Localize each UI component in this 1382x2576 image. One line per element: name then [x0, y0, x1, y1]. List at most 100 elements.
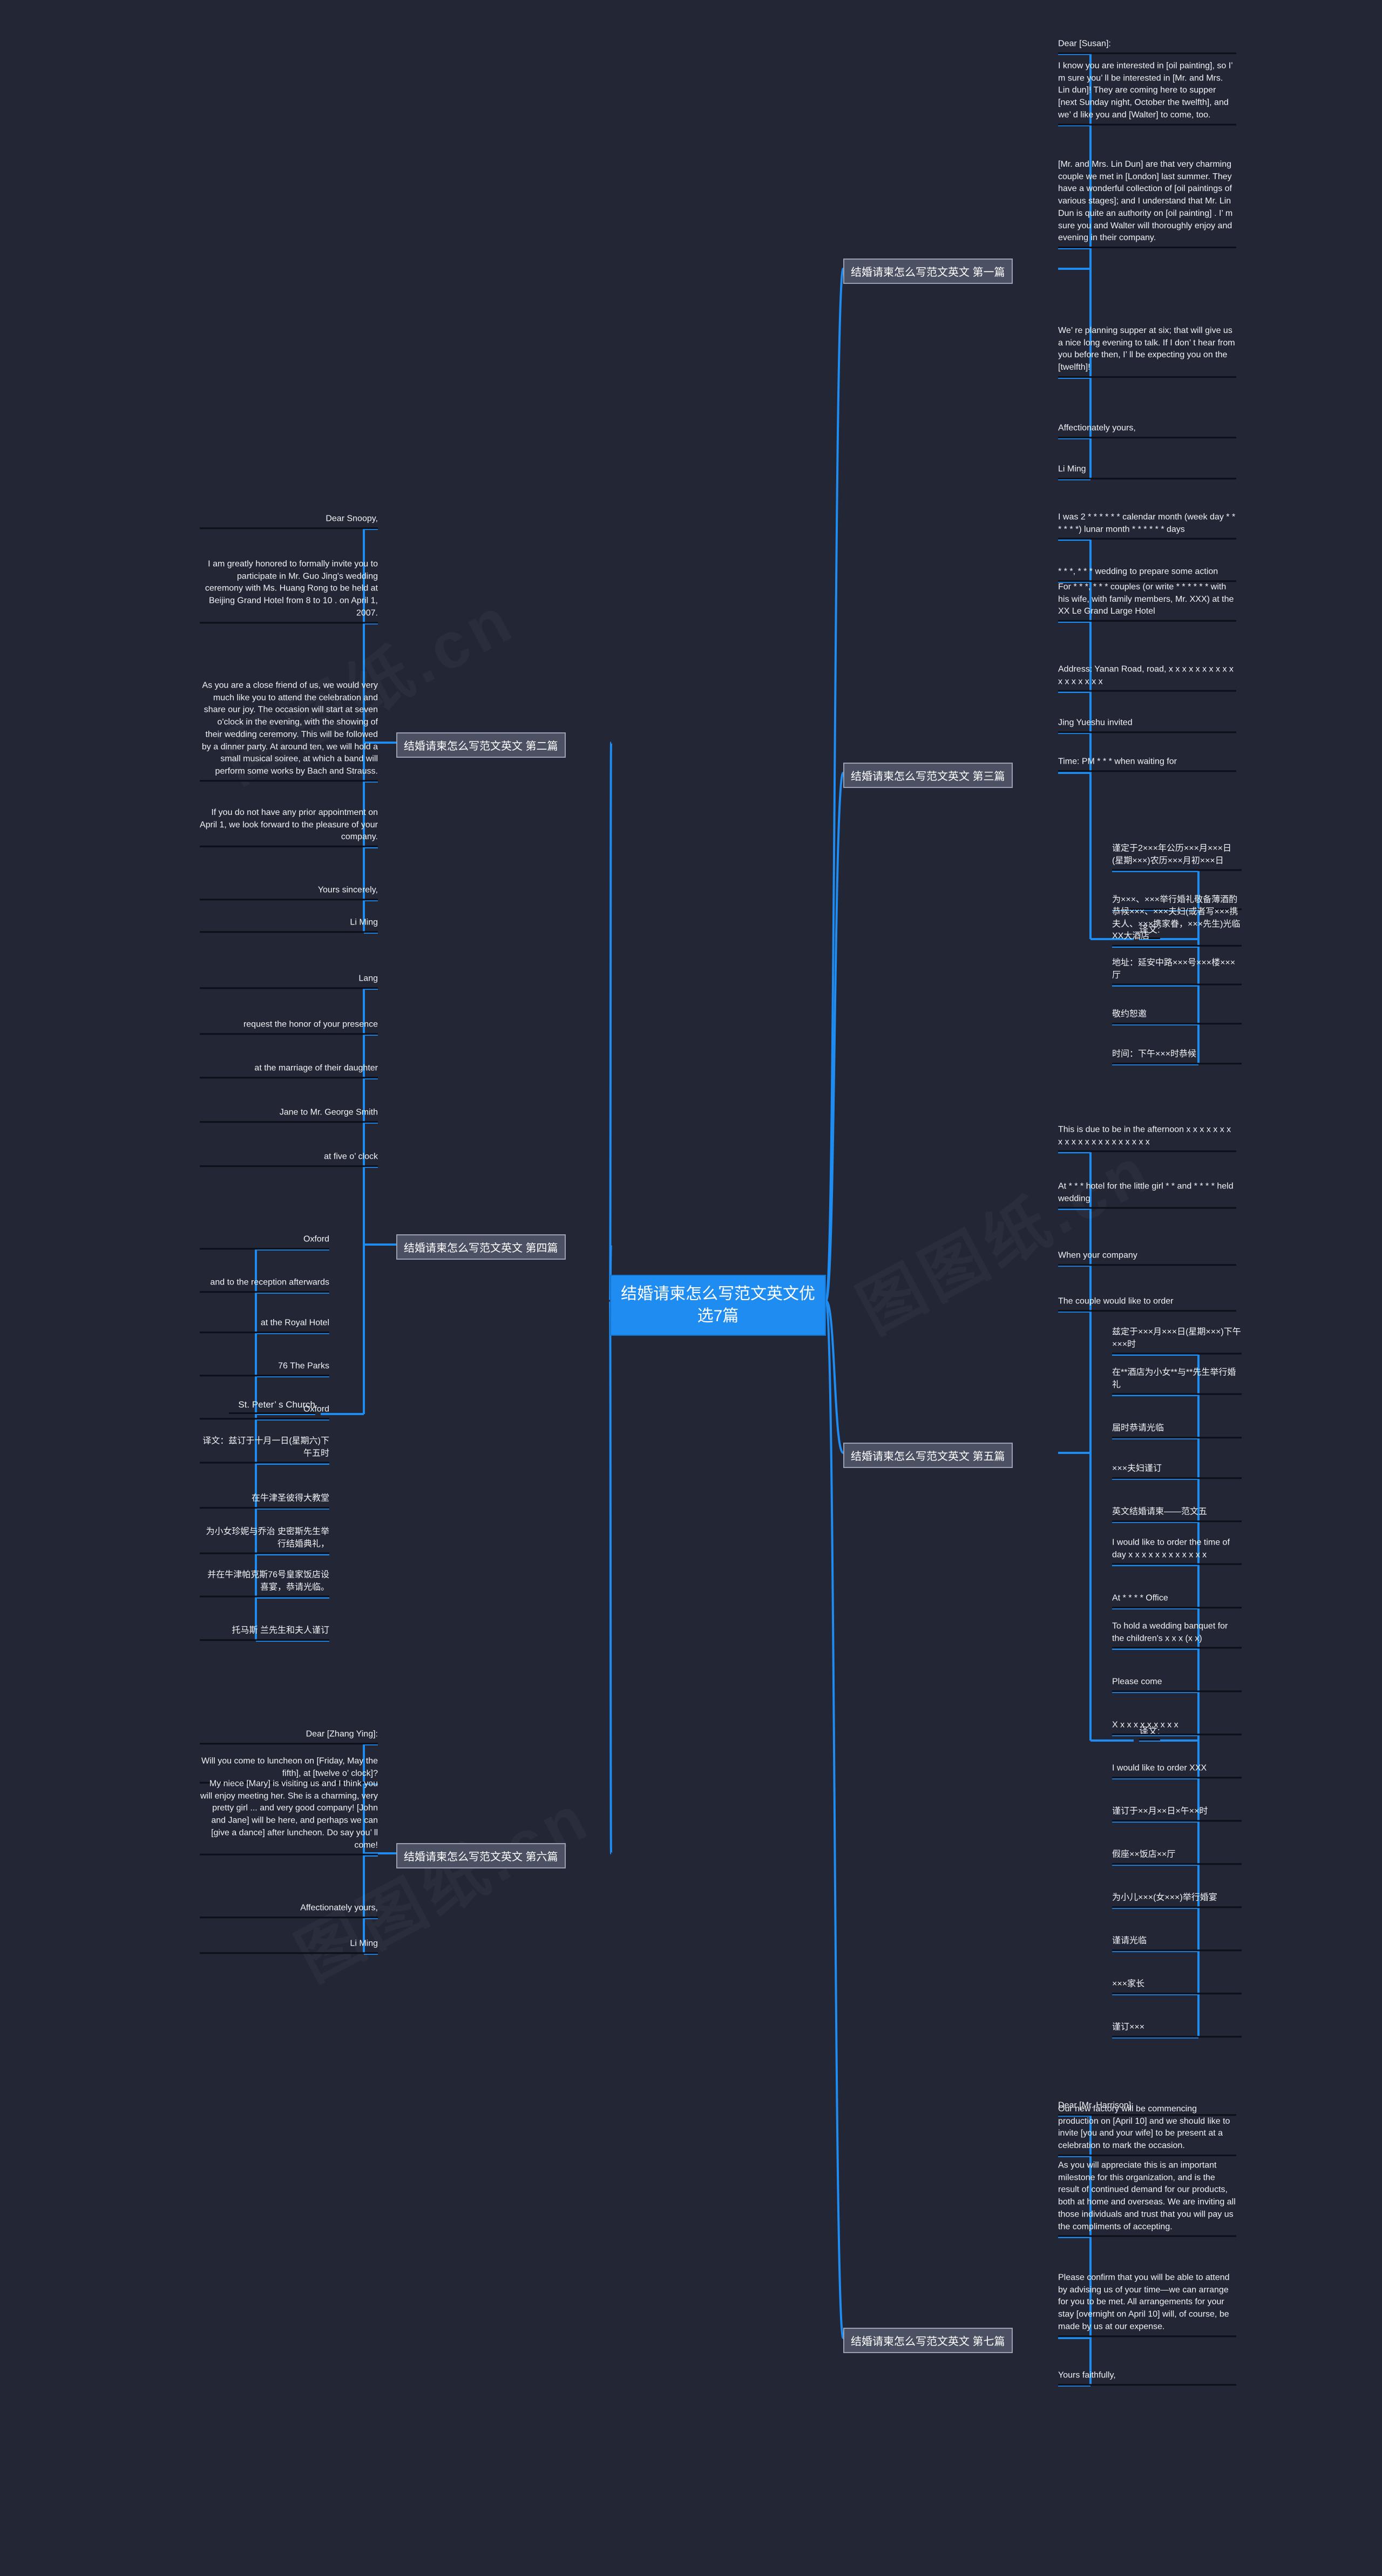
sub-leaf-node[interactable]: 英文结婚请柬——范文五 [1112, 1506, 1242, 1522]
sub-leaf-node[interactable]: Oxford [200, 1403, 329, 1419]
leaf-text: For * * *, * * * couples (or write * * *… [1058, 582, 1234, 616]
branch-label: 结婚请柬怎么写范文英文 第三篇 [851, 771, 1005, 783]
leaf-text: 地址：延安中路×××号×××楼×××厅 [1112, 958, 1236, 980]
leaf-node[interactable]: Jane to Mr. George Smith [200, 1106, 378, 1123]
leaf-node[interactable]: I was 2 * * * * * * calendar month (week… [1058, 512, 1236, 540]
leaf-node[interactable]: This is due to be in the afternoon x x x… [1058, 1124, 1236, 1152]
sub-leaf-node[interactable]: 76 The Parks [200, 1360, 329, 1376]
leaf-node[interactable]: As you are a close friend of us, we woul… [200, 679, 378, 781]
leaf-node[interactable]: Yours faithfully, [1058, 2369, 1236, 2385]
sub-leaf-node[interactable]: and to the reception afterwards [200, 1276, 329, 1293]
leaf-node[interactable]: I know you are interested in [oil painti… [1058, 60, 1236, 125]
leaf-node[interactable]: Dear [Zhang Ying]: [200, 1728, 378, 1744]
sub-leaf-node[interactable]: 谨定于2×××年公历×××月×××日(星期×××)农历×××月初×××日 [1112, 843, 1242, 871]
sub-leaf-node[interactable]: 兹定于×××月×××日(星期×××)下午×××时 [1112, 1327, 1242, 1355]
leaf-node[interactable]: As you will appreciate this is an import… [1058, 2160, 1236, 2237]
branch-node-5[interactable]: 结婚请柬怎么写范文英文 第五篇 [843, 1443, 1013, 1468]
leaf-text: Affectionately yours, [300, 1903, 378, 1913]
leaf-text: I was 2 * * * * * * calendar month (week… [1058, 512, 1236, 534]
leaf-text: and to the reception afterwards [210, 1277, 329, 1287]
leaf-node[interactable]: * * *, * * * wedding to prepare some act… [1058, 566, 1236, 582]
leaf-text: 76 The Parks [278, 1361, 329, 1371]
leaf-text: 恭候×××、×××夫妇(或者写×××携夫人、×××携家眷，×××先生)光临XX大… [1112, 907, 1241, 941]
leaf-node[interactable]: Affectionately yours, [1058, 422, 1236, 438]
leaf-node[interactable]: request the honor of your presence [200, 1018, 378, 1035]
leaf-node[interactable]: Please confirm that you will be able to … [1058, 2272, 1236, 2337]
leaf-text: ×××夫妇谨订 [1112, 1464, 1162, 1473]
sub-leaf-node[interactable]: 恭候×××、×××夫妇(或者写×××携夫人、×××携家眷，×××先生)光临XX大… [1112, 906, 1242, 947]
leaf-text: Li Ming [350, 1939, 378, 1948]
leaf-node[interactable]: Address: Yanan Road, road, x x x x x x x… [1058, 664, 1236, 692]
leaf-node[interactable]: [Mr. and Mrs. Lin Dun] are that very cha… [1058, 159, 1236, 248]
leaf-text: As you will appreciate this is an import… [1058, 2160, 1236, 2232]
leaf-text: ×××家长 [1112, 1979, 1145, 1989]
branch-label: 结婚请柬怎么写范文英文 第七篇 [851, 2336, 1005, 2348]
leaf-node[interactable]: Time: PM * * * when waiting for [1058, 756, 1236, 772]
sub-leaf-node[interactable]: 译文：兹订于十月一日(星期六)下午五时 [200, 1436, 329, 1464]
branch-node-1[interactable]: 结婚请柬怎么写范文英文 第一篇 [843, 259, 1013, 284]
leaf-text: Jane to Mr. George Smith [279, 1107, 378, 1117]
leaf-node[interactable]: Affectionately yours, [200, 1902, 378, 1918]
sub-leaf-node[interactable]: 为小女珍妮与乔治 史密斯先生举行结婚典礼， [200, 1526, 329, 1554]
leaf-node[interactable]: We’ re planning supper at six; that will… [1058, 325, 1236, 378]
sub-leaf-node[interactable]: 敬约恕邀 [1112, 1008, 1242, 1024]
leaf-text: Will you come to luncheon on [Friday, Ma… [201, 1756, 378, 1778]
leaf-text: X x x x x x x x x x [1112, 1720, 1178, 1730]
branch-node-7[interactable]: 结婚请柬怎么写范文英文 第七篇 [843, 2328, 1013, 2353]
sub-leaf-node[interactable]: 假座××饭店××厅 [1112, 1848, 1242, 1865]
leaf-text: 托马斯 兰先生和夫人谨订 [232, 1626, 329, 1635]
sub-leaf-node[interactable]: ×××夫妇谨订 [1112, 1463, 1242, 1479]
sub-leaf-node[interactable]: At * * * * Office [1112, 1592, 1242, 1608]
sub-leaf-node[interactable]: 并在牛津帕克斯76号皇家饭店设喜宴，恭请光临。 [200, 1569, 329, 1598]
leaf-node[interactable]: For * * *, * * * couples (or write * * *… [1058, 581, 1236, 622]
sub-leaf-node[interactable]: ×××家长 [1112, 1978, 1242, 1994]
sub-leaf-node[interactable]: 托马斯 兰先生和夫人谨订 [200, 1625, 329, 1641]
sub-leaf-node[interactable]: 谨订于××月××日×午××时 [1112, 1805, 1242, 1821]
leaf-node[interactable]: At * * * hotel for the little girl * * a… [1058, 1181, 1236, 1209]
sub-leaf-node[interactable]: 时间：下午×××时恭候 [1112, 1048, 1242, 1064]
leaf-text: We’ re planning supper at six; that will… [1058, 326, 1235, 372]
leaf-node[interactable]: at five o’ clock [200, 1151, 378, 1167]
sub-leaf-node[interactable]: To hold a wedding banquet for the childr… [1112, 1621, 1242, 1649]
sub-leaf-node[interactable]: Please come [1112, 1676, 1242, 1692]
leaf-node[interactable]: Dear [Susan]: [1058, 38, 1236, 54]
leaf-text: This is due to be in the afternoon x x x… [1058, 1125, 1231, 1147]
leaf-node[interactable]: Dear Snoopy, [200, 513, 378, 529]
sub-leaf-node[interactable]: 谨订××× [1112, 2021, 1242, 2037]
sub-leaf-node[interactable]: at the Royal Hotel [200, 1317, 329, 1333]
sub-leaf-node[interactable]: 地址：延安中路×××号×××楼×××厅 [1112, 957, 1242, 985]
leaf-node[interactable]: The couple would like to order [1058, 1295, 1236, 1311]
leaf-text: 假座××饭店××厅 [1112, 1850, 1176, 1859]
branch-node-4[interactable]: 结婚请柬怎么写范文英文 第四篇 [396, 1234, 566, 1260]
sub-leaf-node[interactable]: 谨请光临 [1112, 1935, 1242, 1951]
leaf-node[interactable]: Our new factory will be commencing produ… [1058, 2103, 1236, 2156]
leaf-node[interactable]: If you do not have any prior appointment… [200, 807, 378, 847]
leaf-node[interactable]: Li Ming [200, 1938, 378, 1954]
leaf-text: Affectionately yours, [1058, 423, 1136, 433]
sub-leaf-node[interactable]: I would like to order the time of day x … [1112, 1537, 1242, 1565]
sub-leaf-node[interactable]: 在**酒店为小女**与**先生举行婚礼 [1112, 1367, 1242, 1395]
leaf-node[interactable]: When your company [1058, 1249, 1236, 1266]
leaf-text: Oxford [303, 1404, 329, 1414]
sub-leaf-node[interactable]: 为小儿×××(女×××)举行婚宴 [1112, 1892, 1242, 1908]
leaf-node[interactable]: at the marriage of their daughter [200, 1062, 378, 1078]
sub-leaf-node[interactable]: X x x x x x x x x x [1112, 1719, 1242, 1735]
leaf-node[interactable]: Jing Yueshu invited [1058, 717, 1236, 733]
leaf-node[interactable]: Lang [200, 973, 378, 989]
leaf-node[interactable]: Li Ming [1058, 463, 1236, 479]
sub-leaf-node[interactable]: 在牛津圣彼得大教堂 [200, 1492, 329, 1508]
leaf-text: 届时恭请光临 [1112, 1423, 1164, 1433]
branch-node-3[interactable]: 结婚请柬怎么写范文英文 第三篇 [843, 763, 1013, 788]
leaf-node[interactable]: My niece [Mary] is visiting us and I thi… [200, 1778, 378, 1855]
sub-leaf-node[interactable]: Oxford [200, 1233, 329, 1249]
branch-node-2[interactable]: 结婚请柬怎么写范文英文 第二篇 [396, 732, 566, 758]
leaf-node[interactable]: Li Ming [200, 916, 378, 933]
leaf-node[interactable]: Yours sincerely, [200, 884, 378, 900]
root-node[interactable]: 结婚请柬怎么写范文英文优选7篇 [610, 1275, 826, 1336]
sub-leaf-node[interactable]: I would like to order XXX [1112, 1762, 1242, 1778]
sub-leaf-node[interactable]: 届时恭请光临 [1112, 1422, 1242, 1438]
leaf-node[interactable]: I am greatly honored to formally invite … [200, 558, 378, 623]
branch-node-6[interactable]: 结婚请柬怎么写范文英文 第六篇 [396, 1843, 566, 1868]
leaf-text: Yours faithfully, [1058, 2370, 1116, 2380]
branch-label: 结婚请柬怎么写范文英文 第六篇 [404, 1851, 558, 1863]
